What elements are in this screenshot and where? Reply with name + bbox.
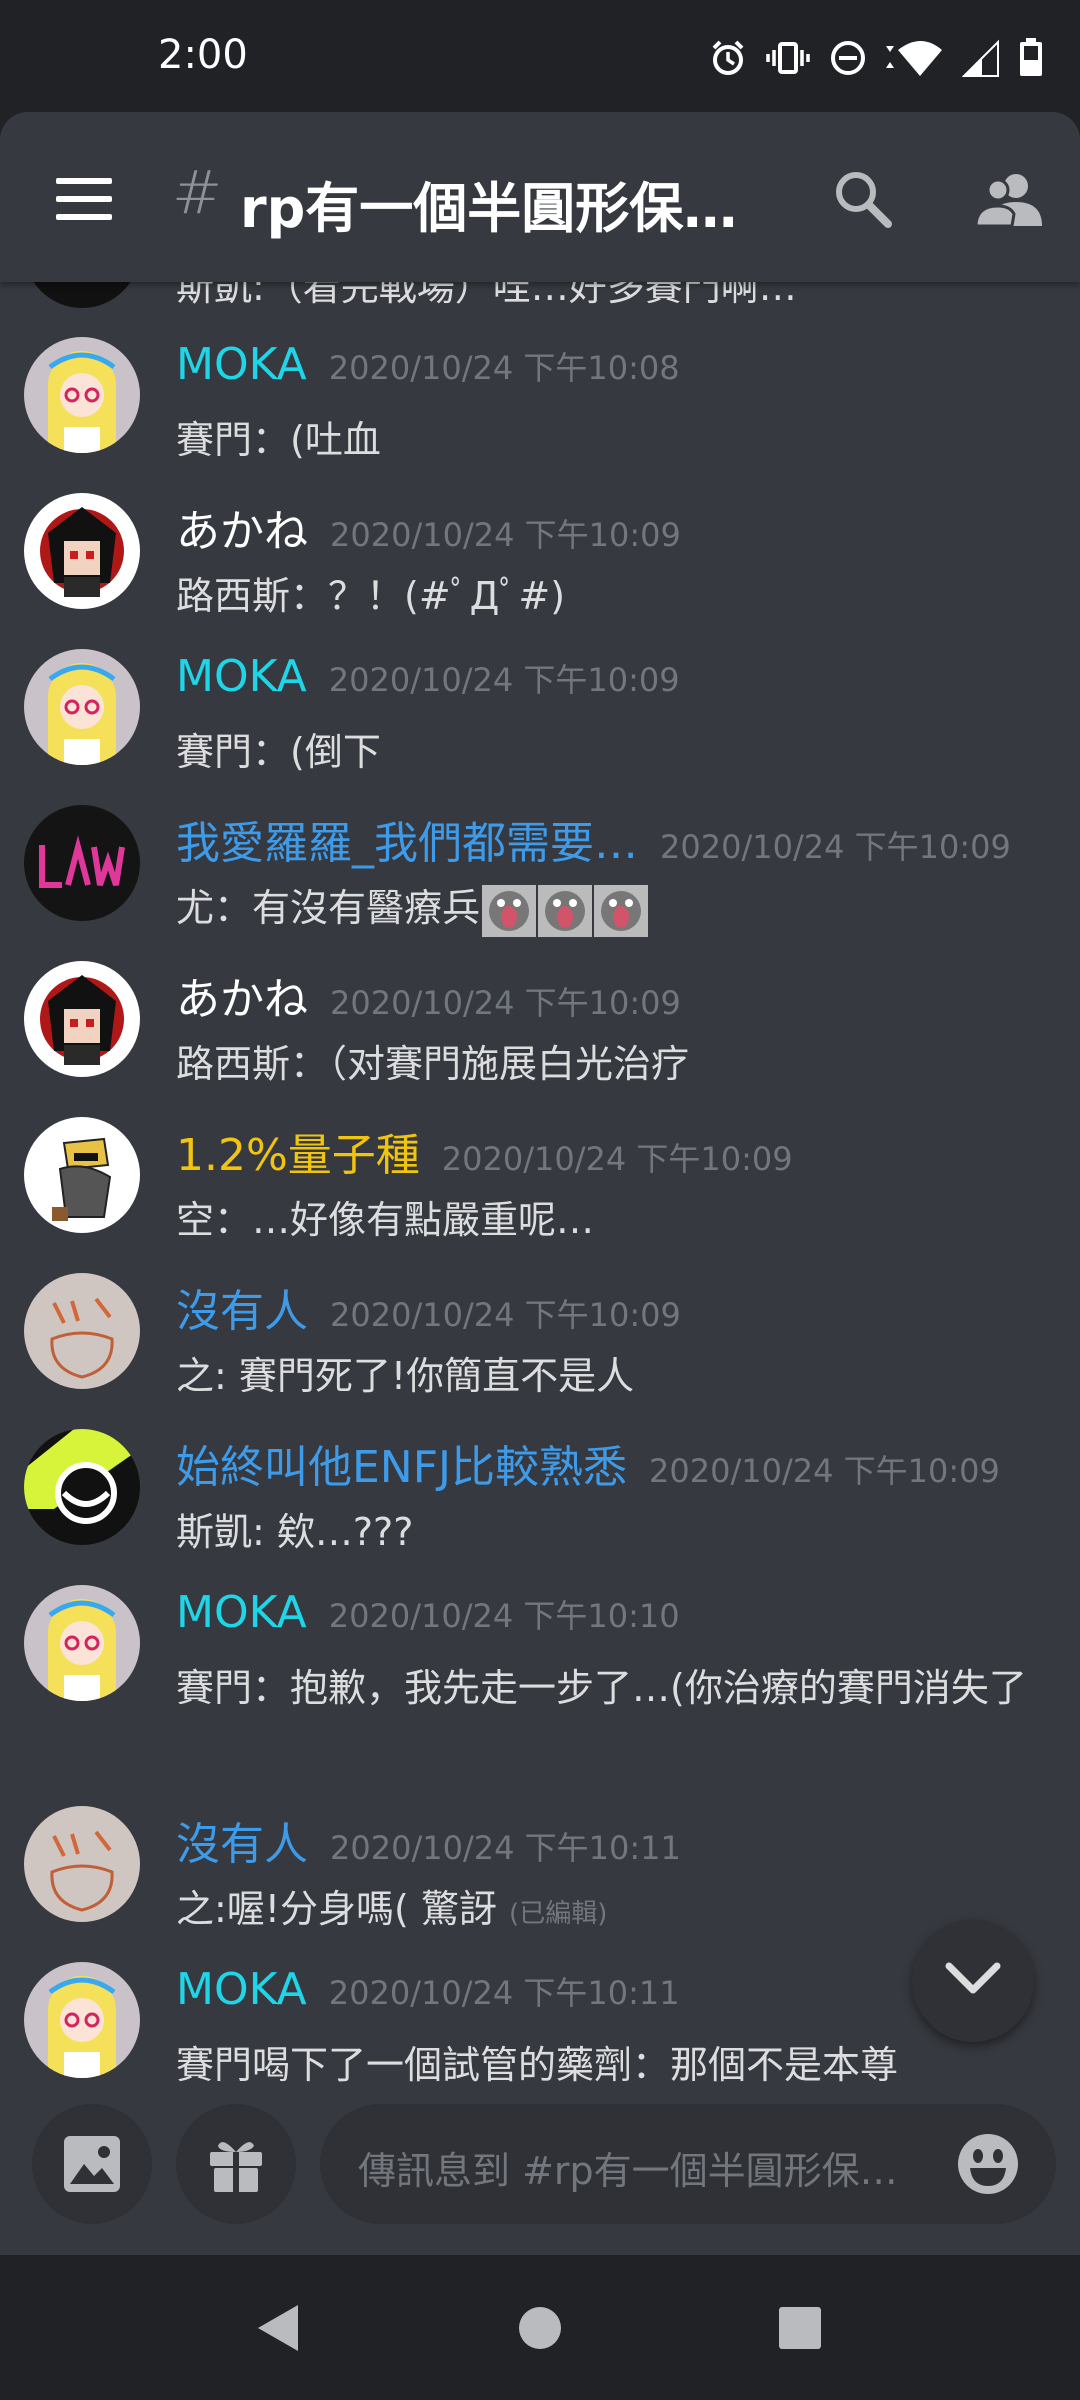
message-input-placeholder: 傳訊息到 #rp有一個半圓形保… <box>358 2149 898 2193</box>
screaming-cat-emoji <box>594 884 649 937</box>
timestamp: 2020/10/24 下午10:09 <box>330 516 681 554</box>
timestamp: 2020/10/24 下午10:09 <box>660 828 1011 866</box>
status-bar: 2:00 <box>0 0 1080 115</box>
akane-avatar[interactable] <box>24 493 140 609</box>
battery-icon <box>1020 38 1042 76</box>
chevron-down-icon <box>945 1962 1001 1994</box>
message-text: 之: 賽門死了!你簡直不是人 <box>176 1354 635 1398</box>
timestamp: 2020/10/24 下午10:11 <box>328 1974 680 2012</box>
gift-button[interactable] <box>176 2104 296 2224</box>
attach-image-button[interactable] <box>32 2104 152 2224</box>
message-text: 賽門：(倒下 <box>176 730 381 774</box>
author-name[interactable]: 始終叫他ENFJ比較熟悉 <box>176 1431 627 1495</box>
message-text: 賽門喝下了一個試管的藥劑：那個不是本尊 <box>176 2043 899 2087</box>
timestamp: 2020/10/24 下午10:09 <box>649 1452 1000 1490</box>
author-name[interactable]: MOKA <box>176 1587 307 1638</box>
author-name[interactable]: MOKA <box>176 651 307 702</box>
nobody-avatar[interactable] <box>24 1806 140 1922</box>
eye-avatar[interactable] <box>24 1429 140 1545</box>
partial-message-text: 斯凱:（看完戰場）哇…好多賽門啊… <box>176 282 797 309</box>
nobody-avatar[interactable] <box>24 1273 140 1389</box>
channel-hash-icon: # <box>172 158 223 228</box>
navigation-bar <box>0 2255 1080 2400</box>
message-composer: 傳訊息到 #rp有一個半圓形保… <box>0 2102 1080 2255</box>
timestamp: 2020/10/24 下午10:09 <box>441 1140 793 1178</box>
moka-avatar[interactable] <box>24 1585 140 1701</box>
author-name[interactable]: 沒有人 <box>176 1275 308 1339</box>
recents-icon[interactable] <box>776 2301 824 2355</box>
status-icons <box>708 34 1044 82</box>
akane-avatar[interactable] <box>24 961 140 1077</box>
channel-name[interactable]: rp有一個半圓形保… <box>240 164 770 243</box>
timestamp: 2020/10/24 下午10:10 <box>328 1597 680 1635</box>
members-icon[interactable] <box>976 168 1042 230</box>
menu-button[interactable] <box>56 178 112 222</box>
timestamp: 2020/10/24 下午10:09 <box>330 1296 681 1334</box>
emoji-icon[interactable] <box>956 2132 1020 2196</box>
author-name[interactable]: 我愛羅羅_我們都需要… <box>176 807 638 871</box>
author-name[interactable]: MOKA <box>176 339 307 390</box>
back-icon[interactable] <box>254 2301 302 2355</box>
home-icon[interactable] <box>516 2301 564 2355</box>
do-not-disturb-icon <box>831 41 865 75</box>
wifi-icon <box>886 41 942 76</box>
message-text: 之:喔!分身嗎( 驚訝 (已編輯) <box>176 1887 608 1931</box>
edited-label: (已編輯) <box>509 1899 608 1929</box>
status-time: 2:00 <box>158 32 248 78</box>
alarm-icon <box>712 40 744 75</box>
image-icon <box>64 2136 120 2192</box>
timestamp: 2020/10/24 下午10:09 <box>328 661 680 699</box>
timestamp: 2020/10/24 下午10:09 <box>330 984 681 1022</box>
moka-avatar[interactable] <box>24 649 140 765</box>
message-text: 路西斯：？！(#ﾟДﾟ#) <box>176 574 566 618</box>
channel-header: # rp有一個半圓形保… <box>0 112 1080 282</box>
message-text: 賽門：(吐血 <box>176 418 381 462</box>
avatar[interactable] <box>24 282 140 308</box>
message-text: 斯凱: 欸…??? <box>176 1510 414 1554</box>
vibrate-icon <box>766 42 810 74</box>
author-name[interactable]: あかね <box>176 495 308 559</box>
author-name[interactable]: 沒有人 <box>176 1808 308 1872</box>
message-list[interactable]: 斯凱:（看完戰場）哇…好多賽門啊… MOKA 2020/10/24 下午10:0… <box>0 282 1080 2102</box>
moka-avatar[interactable] <box>24 1962 140 2078</box>
jump-to-bottom-button[interactable] <box>912 1920 1034 2042</box>
app-window: # rp有一個半圓形保… 斯凱:（看完戰場）哇…好多賽門啊… MOKA 2020… <box>0 112 1080 2255</box>
screaming-cat-emoji <box>538 884 593 937</box>
gift-icon <box>210 2142 262 2192</box>
signal-icon <box>962 39 999 77</box>
quantum-avatar[interactable] <box>24 1117 140 1233</box>
author-name[interactable]: 1.2%量子種 <box>176 1119 420 1183</box>
message-text: 賽門：抱歉，我先走一步了…(你治療的賽門消失了 <box>176 1666 1027 1710</box>
screaming-cat-emoji <box>482 884 537 937</box>
timestamp: 2020/10/24 下午10:11 <box>330 1829 681 1867</box>
moka-avatar[interactable] <box>24 337 140 453</box>
message-input[interactable]: 傳訊息到 #rp有一個半圓形保… <box>320 2104 1056 2224</box>
author-name[interactable]: MOKA <box>176 1964 307 2015</box>
timestamp: 2020/10/24 下午10:08 <box>328 349 680 387</box>
message-text: 路西斯：（对賽門施展白光治疗 <box>176 1042 690 1086</box>
law-avatar[interactable] <box>24 805 140 921</box>
author-name[interactable]: あかね <box>176 963 308 1027</box>
message-text: 尤：有沒有醫療兵 <box>176 875 1056 941</box>
search-icon[interactable] <box>832 168 894 230</box>
message-text: 空：…好像有點嚴重呢… <box>176 1198 595 1242</box>
